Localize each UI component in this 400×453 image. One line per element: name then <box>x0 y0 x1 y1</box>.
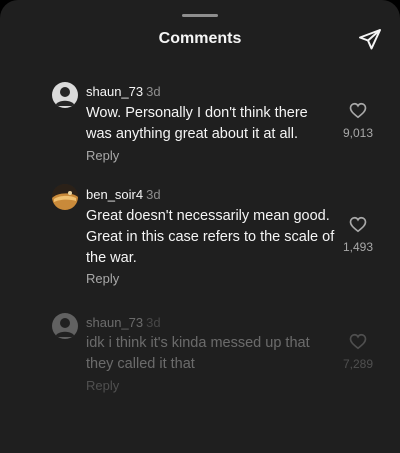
reply-button[interactable]: Reply <box>86 148 119 163</box>
reply-button[interactable]: Reply <box>86 378 119 393</box>
comments-sheet: Comments shaun_73 3d Wow. Personally I do… <box>0 0 400 453</box>
like-count: 7,289 <box>342 357 374 371</box>
comment-username[interactable]: shaun_73 <box>86 84 143 99</box>
heart-outline-icon[interactable] <box>346 102 370 124</box>
heart-outline-icon[interactable] <box>346 216 370 238</box>
comment-text: Wow. Personally I don't think there was … <box>86 105 308 142</box>
heart-outline-icon[interactable] <box>346 333 370 355</box>
like-count: 1,493 <box>342 240 374 254</box>
drag-handle[interactable] <box>182 14 218 17</box>
comment-username[interactable]: ben_soir4 <box>86 187 143 202</box>
comment-meta: shaun_73 3d <box>86 84 161 99</box>
comment-username[interactable]: shaun_73 <box>86 315 143 330</box>
comment-time: 3d <box>146 84 161 99</box>
comment-meta: shaun_73 3d <box>86 315 161 330</box>
reply-button[interactable]: Reply <box>86 271 119 286</box>
paper-plane-icon[interactable] <box>358 27 382 51</box>
like-count: 9,013 <box>342 126 374 140</box>
avatar-photo <box>52 184 78 210</box>
avatar[interactable] <box>52 313 78 339</box>
default-avatar-icon <box>55 318 75 337</box>
comment-text: Great doesn't necessarily mean good. Gre… <box>86 208 335 266</box>
page-title: Comments <box>158 30 242 47</box>
default-avatar-icon <box>55 87 75 106</box>
comment-text: idk i think it's kinda messed up that th… <box>86 335 310 372</box>
avatar[interactable] <box>52 82 78 108</box>
comment-time: 3d <box>146 187 161 202</box>
comment-time: 3d <box>146 315 161 330</box>
avatar[interactable] <box>52 184 78 210</box>
comment-meta: ben_soir4 3d <box>86 187 161 202</box>
